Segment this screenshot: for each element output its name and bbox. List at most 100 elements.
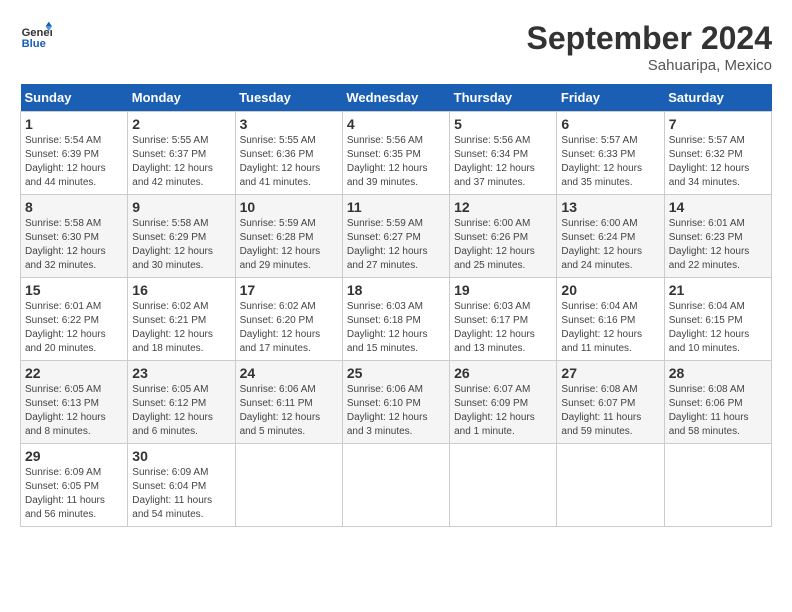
day-detail: Sunrise: 6:08 AM Sunset: 6:06 PM Dayligh… [669,383,767,439]
day-detail: Sunrise: 5:55 AM Sunset: 6:37 PM Dayligh… [132,134,230,190]
day-number: 30 [132,448,230,464]
calendar-cell: 22 Sunrise: 6:05 AM Sunset: 6:13 PM Dayl… [21,361,128,444]
svg-text:Blue: Blue [22,38,46,50]
day-detail: Sunrise: 6:00 AM Sunset: 6:24 PM Dayligh… [561,217,659,273]
day-detail: Sunrise: 6:03 AM Sunset: 6:17 PM Dayligh… [454,300,552,356]
day-detail: Sunrise: 5:57 AM Sunset: 6:33 PM Dayligh… [561,134,659,190]
calendar-week-row: 29 Sunrise: 6:09 AM Sunset: 6:05 PM Dayl… [21,444,772,527]
calendar-cell: 17 Sunrise: 6:02 AM Sunset: 6:20 PM Dayl… [235,278,342,361]
calendar-week-row: 15 Sunrise: 6:01 AM Sunset: 6:22 PM Dayl… [21,278,772,361]
calendar-cell: 9 Sunrise: 5:58 AM Sunset: 6:29 PM Dayli… [128,195,235,278]
day-number: 7 [669,116,767,132]
calendar-cell: 29 Sunrise: 6:09 AM Sunset: 6:05 PM Dayl… [21,444,128,527]
calendar-cell: 7 Sunrise: 5:57 AM Sunset: 6:32 PM Dayli… [664,112,771,195]
calendar-cell: 28 Sunrise: 6:08 AM Sunset: 6:06 PM Dayl… [664,361,771,444]
day-detail: Sunrise: 5:59 AM Sunset: 6:28 PM Dayligh… [240,217,338,273]
day-number: 17 [240,282,338,298]
calendar-cell: 16 Sunrise: 6:02 AM Sunset: 6:21 PM Dayl… [128,278,235,361]
day-number: 6 [561,116,659,132]
calendar-cell: 24 Sunrise: 6:06 AM Sunset: 6:11 PM Dayl… [235,361,342,444]
column-header-saturday: Saturday [664,84,771,112]
day-detail: Sunrise: 5:58 AM Sunset: 6:29 PM Dayligh… [132,217,230,273]
day-detail: Sunrise: 6:06 AM Sunset: 6:10 PM Dayligh… [347,383,445,439]
calendar-cell: 23 Sunrise: 6:05 AM Sunset: 6:12 PM Dayl… [128,361,235,444]
day-detail: Sunrise: 5:59 AM Sunset: 6:27 PM Dayligh… [347,217,445,273]
calendar-cell: 19 Sunrise: 6:03 AM Sunset: 6:17 PM Dayl… [450,278,557,361]
calendar-cell [664,444,771,527]
calendar-week-row: 22 Sunrise: 6:05 AM Sunset: 6:13 PM Dayl… [21,361,772,444]
day-number: 22 [25,365,123,381]
day-detail: Sunrise: 5:54 AM Sunset: 6:39 PM Dayligh… [25,134,123,190]
calendar-cell: 13 Sunrise: 6:00 AM Sunset: 6:24 PM Dayl… [557,195,664,278]
column-header-friday: Friday [557,84,664,112]
calendar-cell: 5 Sunrise: 5:56 AM Sunset: 6:34 PM Dayli… [450,112,557,195]
column-header-wednesday: Wednesday [342,84,449,112]
day-number: 14 [669,199,767,215]
day-detail: Sunrise: 5:58 AM Sunset: 6:30 PM Dayligh… [25,217,123,273]
month-year: September 2024 [527,20,772,57]
day-number: 2 [132,116,230,132]
day-detail: Sunrise: 6:02 AM Sunset: 6:20 PM Dayligh… [240,300,338,356]
day-detail: Sunrise: 6:07 AM Sunset: 6:09 PM Dayligh… [454,383,552,439]
calendar-table: SundayMondayTuesdayWednesdayThursdayFrid… [20,84,772,527]
day-detail: Sunrise: 6:05 AM Sunset: 6:12 PM Dayligh… [132,383,230,439]
calendar-cell [557,444,664,527]
calendar-cell: 20 Sunrise: 6:04 AM Sunset: 6:16 PM Dayl… [557,278,664,361]
location: Sahuaripa, Mexico [527,57,772,74]
day-number: 5 [454,116,552,132]
calendar-body: 1 Sunrise: 5:54 AM Sunset: 6:39 PM Dayli… [21,112,772,527]
day-number: 27 [561,365,659,381]
day-detail: Sunrise: 6:01 AM Sunset: 6:23 PM Dayligh… [669,217,767,273]
day-number: 12 [454,199,552,215]
day-detail: Sunrise: 6:01 AM Sunset: 6:22 PM Dayligh… [25,300,123,356]
calendar-cell: 15 Sunrise: 6:01 AM Sunset: 6:22 PM Dayl… [21,278,128,361]
day-detail: Sunrise: 5:56 AM Sunset: 6:34 PM Dayligh… [454,134,552,190]
calendar-cell: 3 Sunrise: 5:55 AM Sunset: 6:36 PM Dayli… [235,112,342,195]
day-number: 15 [25,282,123,298]
day-number: 8 [25,199,123,215]
calendar-week-row: 1 Sunrise: 5:54 AM Sunset: 6:39 PM Dayli… [21,112,772,195]
logo-icon: General Blue [20,20,52,52]
day-number: 9 [132,199,230,215]
day-number: 21 [669,282,767,298]
logo: General Blue [20,20,52,52]
calendar-cell: 8 Sunrise: 5:58 AM Sunset: 6:30 PM Dayli… [21,195,128,278]
column-header-tuesday: Tuesday [235,84,342,112]
day-number: 28 [669,365,767,381]
calendar-cell: 18 Sunrise: 6:03 AM Sunset: 6:18 PM Dayl… [342,278,449,361]
calendar-cell: 27 Sunrise: 6:08 AM Sunset: 6:07 PM Dayl… [557,361,664,444]
calendar-cell: 14 Sunrise: 6:01 AM Sunset: 6:23 PM Dayl… [664,195,771,278]
day-number: 1 [25,116,123,132]
column-header-sunday: Sunday [21,84,128,112]
calendar-header-row: SundayMondayTuesdayWednesdayThursdayFrid… [21,84,772,112]
day-detail: Sunrise: 5:56 AM Sunset: 6:35 PM Dayligh… [347,134,445,190]
day-number: 3 [240,116,338,132]
day-number: 10 [240,199,338,215]
calendar-cell: 1 Sunrise: 5:54 AM Sunset: 6:39 PM Dayli… [21,112,128,195]
column-header-monday: Monday [128,84,235,112]
day-detail: Sunrise: 6:05 AM Sunset: 6:13 PM Dayligh… [25,383,123,439]
day-detail: Sunrise: 5:57 AM Sunset: 6:32 PM Dayligh… [669,134,767,190]
calendar-cell: 10 Sunrise: 5:59 AM Sunset: 6:28 PM Dayl… [235,195,342,278]
day-detail: Sunrise: 6:04 AM Sunset: 6:15 PM Dayligh… [669,300,767,356]
day-number: 4 [347,116,445,132]
day-detail: Sunrise: 6:04 AM Sunset: 6:16 PM Dayligh… [561,300,659,356]
day-number: 18 [347,282,445,298]
calendar-week-row: 8 Sunrise: 5:58 AM Sunset: 6:30 PM Dayli… [21,195,772,278]
day-detail: Sunrise: 6:08 AM Sunset: 6:07 PM Dayligh… [561,383,659,439]
page-header: General Blue September 2024 Sahuaripa, M… [20,20,772,74]
calendar-cell: 4 Sunrise: 5:56 AM Sunset: 6:35 PM Dayli… [342,112,449,195]
day-number: 29 [25,448,123,464]
day-detail: Sunrise: 6:09 AM Sunset: 6:05 PM Dayligh… [25,466,123,522]
day-detail: Sunrise: 6:06 AM Sunset: 6:11 PM Dayligh… [240,383,338,439]
day-number: 13 [561,199,659,215]
calendar-cell: 30 Sunrise: 6:09 AM Sunset: 6:04 PM Dayl… [128,444,235,527]
day-number: 24 [240,365,338,381]
calendar-cell: 12 Sunrise: 6:00 AM Sunset: 6:26 PM Dayl… [450,195,557,278]
column-header-thursday: Thursday [450,84,557,112]
day-number: 16 [132,282,230,298]
day-detail: Sunrise: 6:03 AM Sunset: 6:18 PM Dayligh… [347,300,445,356]
day-number: 26 [454,365,552,381]
day-detail: Sunrise: 5:55 AM Sunset: 6:36 PM Dayligh… [240,134,338,190]
day-number: 19 [454,282,552,298]
